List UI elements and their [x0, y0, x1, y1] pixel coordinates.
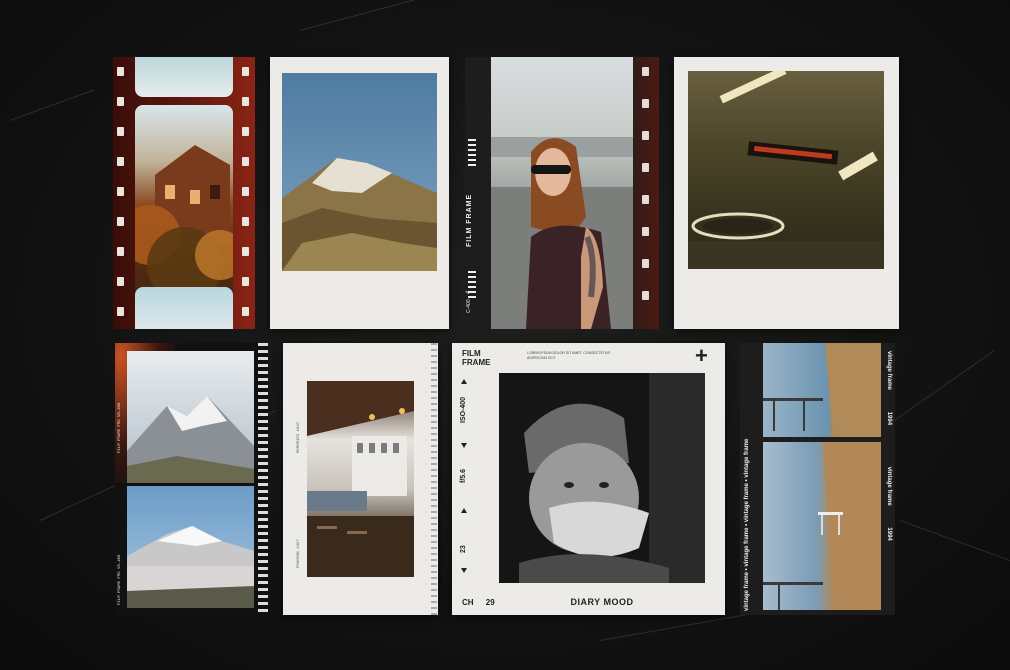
- photo-street-cafe: [307, 381, 414, 577]
- film-frame-label: FILM FRAME: [466, 193, 473, 247]
- arrow-icon-4: [461, 568, 467, 573]
- photo-sea-cliff-top: [763, 343, 881, 437]
- polaroid-mountain: [270, 57, 449, 329]
- photo-masked-man: [499, 373, 705, 583]
- frame-code-bottom: FILM FRAME FR5 VS-400: [118, 554, 122, 605]
- shutter-label: 23: [460, 545, 467, 553]
- fine-print: LOREM IPSUM DOLOR SIT AMET, CONSECTETUR …: [527, 351, 610, 360]
- vintage-tag-5: vintage frame: [886, 351, 892, 391]
- frame-title-line1: FILM: [462, 349, 481, 358]
- portrait-illustration: [499, 373, 705, 583]
- vintage-tag-4: vintage frame: [744, 438, 750, 478]
- film-strip-vintage: vintage frame • vintage frame • vintage …: [740, 343, 895, 615]
- photo-mountain-peak: [127, 351, 254, 483]
- paper-frame-cafe: MEMORIES 1997 FRAMING 1997: [283, 343, 438, 615]
- vintage-tag-right: vintage frame 1994 vintage frame 1994: [886, 351, 892, 541]
- arrow-icon-1: [461, 379, 467, 384]
- snow-mountain-illustration: [127, 526, 254, 608]
- film-marker-bottom: [468, 271, 476, 299]
- film-strip-portrait: FILM FRAME 4 C-400: [465, 57, 659, 329]
- subway-illustration: [688, 71, 884, 269]
- vintage-tag-3: vintage frame: [744, 483, 750, 523]
- photo-woman-sunglasses: [491, 57, 633, 329]
- polaroid-subway: [674, 57, 899, 329]
- plus-icon: +: [695, 343, 708, 368]
- vintage-year-1: 1994: [886, 411, 892, 426]
- vintage-tag-left: vintage frame • vintage frame • vintage …: [744, 438, 750, 611]
- photo-train-interior: [688, 71, 884, 269]
- vintage-tag-6: vintage frame: [886, 466, 892, 506]
- woman-illustration: [491, 137, 633, 329]
- film-strip-mountains: FILM FRAME FR5 VS-400 FILM FRAME FR5 VS-…: [115, 343, 268, 615]
- photo-sea-cliff-bottom: [763, 442, 881, 610]
- channel-prefix: CH: [462, 598, 474, 607]
- edge-marks: [431, 343, 437, 615]
- frame-code-top: FILM FRAME FR5 VS-400: [118, 402, 122, 453]
- peak-illustration: [282, 73, 437, 271]
- photo-sky-bottom: [135, 287, 233, 329]
- arrow-icon-2: [461, 443, 467, 448]
- frame-title: FILM FRAME: [462, 349, 490, 367]
- photo-sky-top: [135, 57, 233, 97]
- frame-code-lower: FRAMING 1997: [297, 539, 301, 568]
- vintage-tag-2: vintage frame: [744, 527, 750, 567]
- channel-label: CH 29: [462, 598, 495, 607]
- aperture-label: f/5.6: [460, 468, 467, 483]
- film-number: 4: [466, 290, 472, 294]
- film-marker-top: [468, 139, 476, 167]
- caption-diary-mood: DIARY MOOD: [570, 597, 634, 607]
- iso-label: ISO-400: [460, 396, 467, 423]
- frame-title-line2: FRAME: [462, 358, 491, 367]
- vintage-tag-1: vintage frame: [744, 571, 750, 611]
- sprocket-edge-right: [258, 343, 268, 615]
- cliff-illustration-top: [763, 343, 881, 437]
- arrow-icon-3: [461, 508, 467, 513]
- vintage-year-2: 1994: [886, 527, 892, 541]
- mountain-illustration: [127, 396, 254, 483]
- cafe-illustration: [307, 381, 414, 577]
- paper-frame-diary-mood: FILM FRAME LOREM IPSUM DOLOR SIT AMET, C…: [452, 343, 725, 615]
- film-type: C-400: [466, 299, 472, 313]
- channel-number: 29: [485, 598, 495, 607]
- frame-code-upper: MEMORIES 1997: [297, 421, 301, 453]
- photo-snowy-peak: [282, 73, 437, 271]
- cliff-illustration-bottom: [763, 442, 881, 610]
- photo-snowy-mountain: [127, 486, 254, 608]
